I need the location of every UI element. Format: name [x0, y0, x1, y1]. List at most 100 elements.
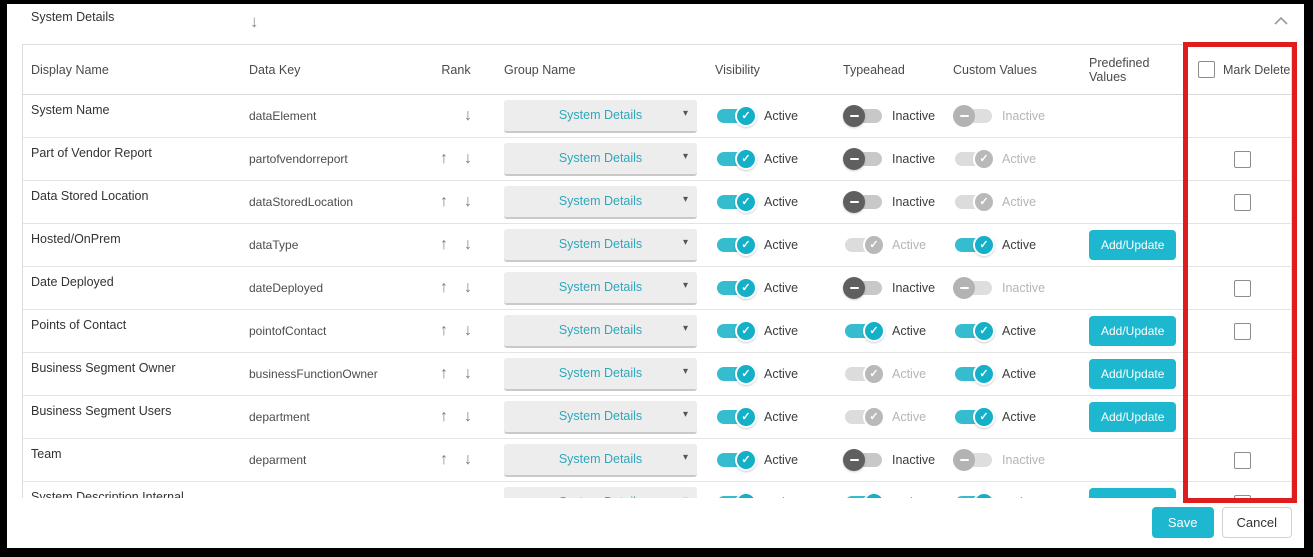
group-name-select[interactable]: System Details ▾	[504, 229, 697, 262]
typeahead-toggle[interactable]: ✓Active	[843, 406, 926, 428]
custom-values-toggle[interactable]: ✓Active	[953, 234, 1036, 256]
visibility-toggle[interactable]: ✓Active	[715, 363, 798, 385]
group-name-select[interactable]: System Details ▾	[504, 100, 697, 133]
data-key-text: dateDeployed	[249, 281, 323, 295]
header-typeahead: Typeahead	[831, 63, 941, 77]
typeahead-state-label: Inactive	[892, 281, 935, 295]
rank-up-icon[interactable]: ↑	[432, 236, 456, 254]
rank-down-icon[interactable]: ↓	[456, 408, 480, 426]
section-down-arrow-icon[interactable]: ↓	[250, 12, 259, 32]
typeahead-toggle[interactable]: ✓Active	[843, 363, 926, 385]
group-name-select[interactable]: System Details ▾	[504, 444, 697, 477]
visibility-toggle[interactable]: ✓Active	[715, 105, 798, 127]
cancel-button[interactable]: Cancel	[1222, 507, 1292, 538]
check-icon: ✓	[869, 412, 878, 423]
custom-values-toggle[interactable]: Inactive	[953, 449, 1045, 471]
rank-up-icon[interactable]: ↑	[432, 494, 456, 498]
group-name-select[interactable]: System Details ▾	[504, 401, 697, 434]
mark-delete-checkbox[interactable]	[1234, 452, 1251, 469]
mark-delete-checkbox[interactable]	[1234, 151, 1251, 168]
group-name-select[interactable]: System Details ▾	[504, 143, 697, 176]
mark-delete-checkbox[interactable]	[1234, 495, 1251, 499]
typeahead-toggle[interactable]: ✓Active	[843, 492, 926, 498]
custom-values-toggle[interactable]: ✓Active	[953, 148, 1036, 170]
toggle-knob	[953, 449, 975, 471]
visibility-toggle[interactable]: ✓Active	[715, 148, 798, 170]
display-name-text: Points of Contact	[31, 318, 126, 332]
add-update-button[interactable]: Add/Update	[1089, 359, 1176, 389]
visibility-toggle[interactable]: ✓Active	[715, 320, 798, 342]
toggle-knob: ✓	[735, 406, 757, 428]
group-name-value: System Details	[559, 237, 642, 251]
mark-delete-checkbox[interactable]	[1234, 280, 1251, 297]
custom-values-toggle[interactable]: ✓Active	[953, 406, 1036, 428]
group-name-select[interactable]: System Details ▾	[504, 272, 697, 305]
fields-table: Display Name Data Key Rank Group Name Vi…	[22, 44, 1292, 498]
rank-down-icon[interactable]: ↓	[456, 236, 480, 254]
collapse-chevron-icon[interactable]	[1274, 16, 1288, 26]
visibility-toggle[interactable]: ✓Active	[715, 234, 798, 256]
save-button[interactable]: Save	[1152, 507, 1214, 538]
rank-up-icon[interactable]: ↑	[432, 408, 456, 426]
table-row: Team deparment ↑ ↓ System Details ▾ ✓Act…	[23, 439, 1291, 482]
typeahead-state-label: Inactive	[892, 195, 935, 209]
visibility-toggle[interactable]: ✓Active	[715, 406, 798, 428]
toggle-knob: ✓	[973, 191, 995, 213]
dropdown-caret-icon: ▾	[683, 495, 688, 499]
rank-down-icon[interactable]: ↓	[456, 451, 480, 469]
add-update-button[interactable]: Add/Update	[1089, 402, 1176, 432]
group-name-select[interactable]: System Details ▾	[504, 358, 697, 391]
mark-delete-checkbox[interactable]	[1234, 194, 1251, 211]
custom-values-toggle[interactable]: ✓Active	[953, 492, 1036, 498]
visibility-toggle[interactable]: ✓Active	[715, 492, 798, 498]
visibility-toggle[interactable]: ✓Active	[715, 449, 798, 471]
table-row: System Description Internal description …	[23, 482, 1291, 498]
custom-values-toggle[interactable]: ✓Active	[953, 320, 1036, 342]
typeahead-toggle[interactable]: Inactive	[843, 449, 935, 471]
custom-values-toggle[interactable]: ✓Active	[953, 191, 1036, 213]
group-name-select[interactable]: System Details ▾	[504, 315, 697, 348]
add-update-button[interactable]: Add/Update	[1089, 316, 1176, 346]
visibility-toggle[interactable]: ✓Active	[715, 191, 798, 213]
group-name-select[interactable]: System Details ▾	[504, 487, 697, 499]
rank-down-icon[interactable]: ↓	[456, 365, 480, 383]
rank-down-icon[interactable]: ↓	[456, 494, 480, 498]
group-name-select[interactable]: System Details ▾	[504, 186, 697, 219]
typeahead-toggle[interactable]: Inactive	[843, 105, 935, 127]
visibility-toggle[interactable]: ✓ Active	[715, 277, 798, 299]
typeahead-toggle[interactable]: Inactive	[843, 191, 935, 213]
toggle-knob: ✓	[863, 363, 885, 385]
mark-delete-checkbox[interactable]	[1234, 323, 1251, 340]
rank-down-icon[interactable]: ↓	[456, 193, 480, 211]
rank-down-icon[interactable]: ↓	[456, 279, 480, 297]
add-update-button[interactable]: Add/Update	[1089, 230, 1176, 260]
typeahead-toggle[interactable]: ✓Active	[843, 320, 926, 342]
toggle-knob: ✓	[863, 320, 885, 342]
custom-values-toggle[interactable]: Inactive	[953, 277, 1045, 299]
add-update-button[interactable]: Add/Update	[1089, 488, 1176, 498]
check-icon: ✓	[869, 326, 878, 337]
rank-down-icon[interactable]: ↓	[456, 150, 480, 168]
display-name-text: Business Segment Users	[31, 404, 171, 418]
minus-icon	[960, 115, 969, 117]
rank-up-icon[interactable]: ↑	[432, 150, 456, 168]
visibility-state-label: Active	[764, 281, 798, 295]
custom-values-toggle[interactable]: ✓Active	[953, 363, 1036, 385]
rank-up-icon[interactable]: ↑	[432, 193, 456, 211]
typeahead-toggle[interactable]: Inactive	[843, 148, 935, 170]
rank-up-icon[interactable]: ↑	[432, 365, 456, 383]
toggle-knob: ✓	[735, 363, 757, 385]
rank-down-icon[interactable]: ↓	[456, 107, 480, 125]
mark-delete-all-checkbox[interactable]	[1198, 61, 1215, 78]
custom-values-toggle[interactable]: Inactive	[953, 105, 1045, 127]
typeahead-toggle[interactable]: Inactive	[843, 277, 935, 299]
rank-up-icon[interactable]: ↑	[432, 451, 456, 469]
typeahead-toggle[interactable]: ✓Active	[843, 234, 926, 256]
rank-up-icon[interactable]: ↑	[432, 322, 456, 340]
rank-up-icon[interactable]: ↑	[432, 279, 456, 297]
visibility-state-label: Active	[764, 453, 798, 467]
system-details-panel: System Details ↓ Display Name Data Key R…	[7, 4, 1304, 548]
custom-values-state-label: Active	[1002, 496, 1036, 498]
toggle-knob: ✓	[735, 277, 757, 299]
rank-down-icon[interactable]: ↓	[456, 322, 480, 340]
